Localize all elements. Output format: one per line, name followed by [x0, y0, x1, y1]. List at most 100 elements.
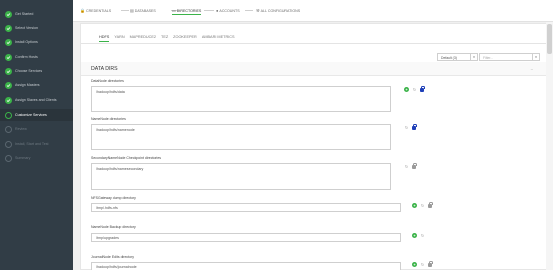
check-icon [5, 81, 12, 89]
lock-icon[interactable] [412, 162, 418, 169]
check-icon [5, 96, 12, 104]
step-get-started[interactable]: Get Started [5, 9, 33, 19]
step-confirm-hosts[interactable]: Confirm Hosts [5, 52, 38, 62]
pending-step-icon [5, 140, 12, 148]
collapse-icon[interactable]: – [531, 66, 533, 71]
service-tabs: HDFS YARN MAPREDUCE2 TEZ ZOOKEEPER AMBAR… [99, 35, 240, 42]
field-label: NameNode directories [91, 117, 126, 121]
field-label: NameNode Backup directory [91, 225, 136, 229]
step-install-start-test: Install, Start and Test [5, 139, 49, 149]
field-actions: + ↻ [412, 260, 435, 267]
config-group-select[interactable]: Default (3) [437, 53, 471, 61]
step-label: Select Version [15, 26, 38, 30]
step-label: Summary [15, 156, 31, 160]
check-icon [5, 38, 12, 46]
breadcrumb-label: DATABASES [134, 8, 156, 13]
breadcrumb-label: CREDENTIALS [85, 8, 112, 13]
step-select-version[interactable]: Select Version [5, 23, 38, 33]
step-summary: Summary [5, 153, 30, 163]
refresh-icon[interactable]: ↻ [420, 203, 425, 208]
tab-tez[interactable]: TEZ [161, 35, 168, 42]
step-label: Assign Slaves and Clients [15, 98, 57, 102]
wizard-sidebar: Get Started Select Version Install Optio… [0, 0, 73, 270]
breadcrumb-credentials[interactable]: 🔒 CREDENTIALS [80, 8, 111, 13]
nfs-dump-dir-input[interactable]: /tmp/.hdfs-nfs [91, 203, 401, 212]
tab-ambari-metrics[interactable]: AMBARI METRICS [202, 35, 235, 42]
step-customize-services[interactable]: Customize Services [5, 110, 47, 120]
refresh-icon[interactable]: ↻ [420, 262, 425, 267]
step-label: Install Options [15, 40, 38, 44]
breadcrumb-divider [204, 10, 214, 11]
step-install-options[interactable]: Install Options [5, 37, 38, 47]
current-step-icon [5, 111, 12, 119]
config-panel: HDFS YARN MAPREDUCE2 TEZ ZOOKEEPER AMBAR… [80, 23, 548, 270]
chevron-down-icon[interactable]: ▾ [532, 53, 540, 61]
pending-step-icon [5, 125, 12, 133]
section-header[interactable]: DATA DIRS – [81, 62, 547, 76]
breadcrumb-divider [121, 10, 129, 11]
tab-mapreduce2[interactable]: MAPREDUCE2 [130, 35, 156, 42]
step-assign-masters[interactable]: Assign Masters [5, 80, 40, 90]
step-label: Choose Services [15, 69, 43, 73]
add-icon[interactable]: + [412, 233, 417, 238]
breadcrumb-divider [245, 10, 253, 11]
wrench-icon: ⚒ [256, 8, 260, 13]
field-actions: + ↻ [412, 233, 428, 238]
step-review: Review [5, 124, 27, 134]
pending-step-icon [5, 154, 12, 162]
breadcrumb-directories[interactable]: ▭ DIRECTORIES [172, 8, 202, 15]
add-icon[interactable]: + [412, 262, 417, 267]
breadcrumb-label: ALL CONFIGURATIONS [260, 8, 301, 13]
lock-icon[interactable] [420, 85, 426, 92]
database-icon: ▤ [130, 8, 134, 13]
field-actions: ↻ [404, 162, 419, 169]
secondary-namenode-dirs-textarea[interactable]: /hadoop/hdfs/namesecondary [91, 163, 391, 190]
lock-icon[interactable] [428, 201, 434, 208]
field-actions: + ↻ [404, 85, 427, 92]
add-icon[interactable]: + [412, 203, 417, 208]
namenode-dirs-textarea[interactable]: /hadoop/hdfs/namenode [91, 124, 391, 150]
tabs-divider [81, 43, 547, 44]
step-label: Install, Start and Test [15, 142, 49, 146]
folder-icon: ▭ [172, 8, 176, 13]
refresh-icon[interactable]: ↻ [404, 164, 409, 169]
tab-zookeeper[interactable]: ZOOKEEPER [173, 35, 197, 42]
datanode-dirs-textarea[interactable]: /hadoop/hdfs/data [91, 86, 391, 112]
field-actions: + ↻ [412, 201, 435, 208]
field-label: DataNode directories [91, 79, 124, 83]
filter-input[interactable]: Filter... [479, 53, 533, 61]
check-icon [5, 67, 12, 75]
page-scrollbar[interactable] [546, 22, 553, 270]
field-label: SecondaryNameNode Checkpoint directories [91, 156, 162, 160]
user-icon: ● [216, 8, 219, 13]
namenode-backup-dir-input[interactable]: /tmp/upgrades [91, 233, 401, 242]
step-label: Get Started [15, 12, 34, 16]
breadcrumb-all-configurations[interactable]: ⚒ ALL CONFIGURATIONS [256, 8, 300, 13]
tab-hdfs[interactable]: HDFS [99, 35, 110, 42]
chevron-down-icon[interactable]: ▾ [470, 53, 478, 61]
breadcrumb-databases[interactable]: ▤ DATABASES [130, 8, 156, 13]
check-icon [5, 53, 12, 61]
breadcrumb-label: DIRECTORIES [176, 8, 202, 13]
add-icon[interactable]: + [404, 87, 409, 92]
step-choose-services[interactable]: Choose Services [5, 66, 42, 76]
refresh-icon[interactable]: ↻ [404, 125, 409, 130]
lock-icon[interactable] [412, 123, 418, 130]
step-label: Customize Services [15, 113, 47, 117]
step-label: Review [15, 127, 27, 131]
lock-icon: 🔒 [80, 8, 85, 13]
breadcrumb-accounts[interactable]: ● ACCOUNTS [216, 8, 240, 13]
field-label: JournalNode Edits directory [91, 255, 134, 259]
step-assign-slaves[interactable]: Assign Slaves and Clients [5, 95, 57, 105]
step-label: Confirm Hosts [15, 55, 38, 59]
step-label: Assign Masters [15, 83, 40, 87]
tab-yarn[interactable]: YARN [114, 35, 124, 42]
journalnode-edits-dir-input[interactable]: /hadoop/hdfs/journalnode [91, 262, 401, 270]
check-icon [5, 10, 12, 18]
refresh-icon[interactable]: ↻ [420, 233, 425, 238]
breadcrumb-label: ACCOUNTS [219, 8, 240, 13]
scrollbar-thumb[interactable] [547, 24, 552, 54]
field-actions: ↻ [404, 123, 419, 130]
refresh-icon[interactable]: ↻ [412, 87, 417, 92]
lock-icon[interactable] [428, 260, 434, 267]
